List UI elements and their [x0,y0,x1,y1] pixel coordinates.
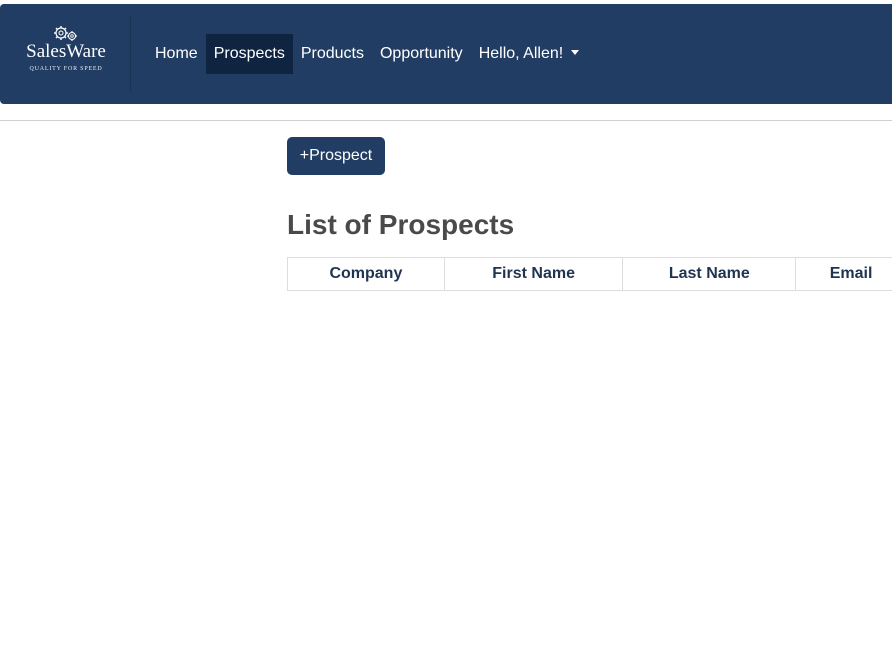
add-prospect-button[interactable]: +Prospect [287,137,385,175]
brand-logo[interactable]: SalesWare QUALITY FOR SPEED [0,16,131,92]
brand-tagline: QUALITY FOR SPEED [29,66,103,72]
caret-down-icon [571,50,580,55]
nav-prospects[interactable]: Prospects [205,34,293,74]
main-nav: Home Prospects Products Opportunity Hell… [147,34,587,74]
column-header-email: Email [795,257,892,291]
brand-name: SalesWare [26,41,106,62]
column-header-last-name: Last Name [622,257,797,291]
page-title: List of Prospects [287,209,515,240]
prospects-table: Company First Name Last Name Email [287,257,892,291]
user-greeting: Hello, Allen! [478,45,564,62]
nav-products[interactable]: Products [293,34,372,74]
column-header-company: Company [287,257,445,291]
top-navbar: SalesWare QUALITY FOR SPEED Home Prospec… [0,4,892,104]
prospects-table-container: Company First Name Last Name Email [287,257,892,291]
header-divider [0,120,892,121]
table-header-row: Company First Name Last Name Email [287,257,892,291]
nav-home[interactable]: Home [147,34,206,74]
column-header-first-name: First Name [443,257,624,291]
nav-opportunity[interactable]: Opportunity [372,34,471,74]
user-menu-toggle[interactable]: Hello, Allen! [471,34,588,74]
